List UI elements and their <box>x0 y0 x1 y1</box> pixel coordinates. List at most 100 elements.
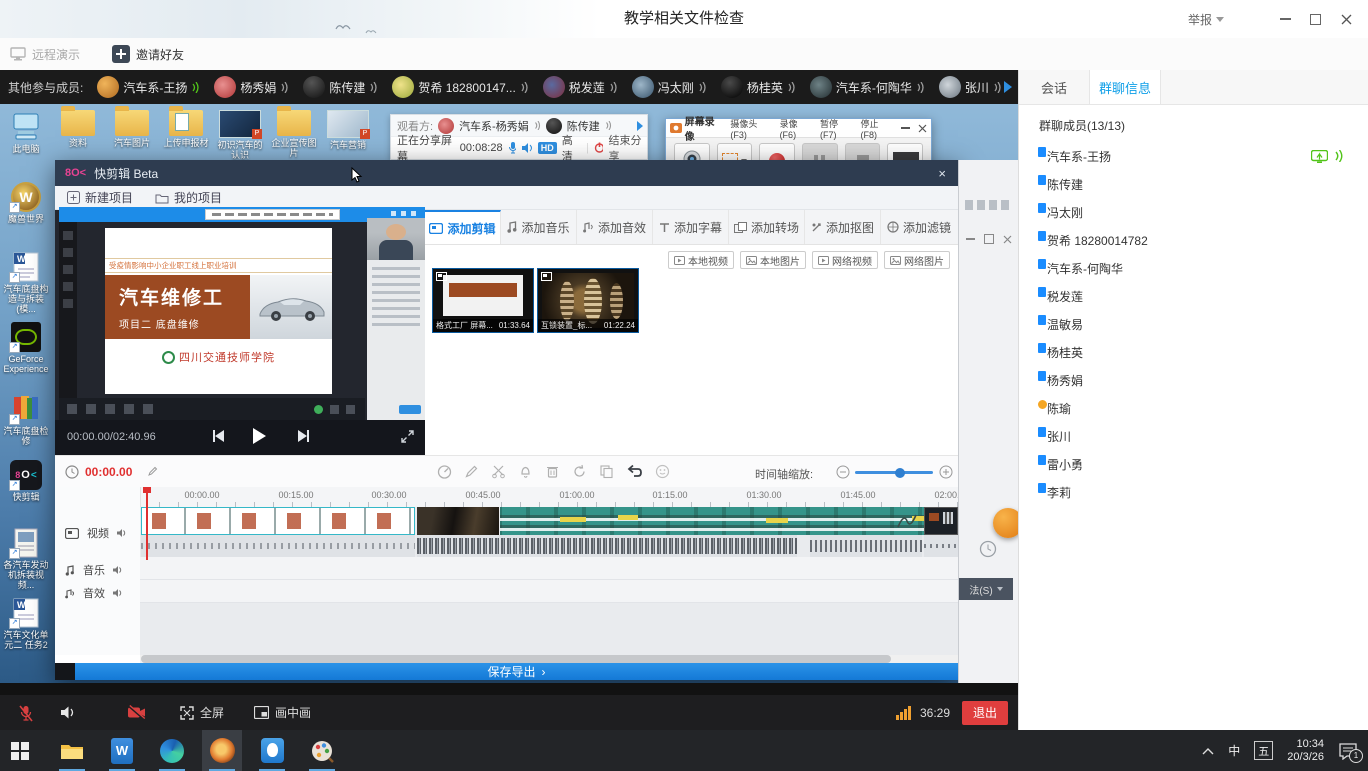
mic-icon[interactable] <box>508 141 517 154</box>
fullscreen-button[interactable]: 全屏 <box>180 704 224 721</box>
speaker-icon[interactable] <box>113 588 124 598</box>
hd-label[interactable]: 高清 <box>562 132 581 164</box>
pip-button[interactable]: 画中画 <box>254 704 311 721</box>
taskbar-qq[interactable] <box>252 730 292 771</box>
desktop-icon-folder[interactable]: 资料 <box>52 108 104 148</box>
bg-window-button[interactable]: 法(S) <box>959 578 1013 600</box>
close-icon[interactable] <box>918 124 927 133</box>
tab-add-clip[interactable]: 添加剪辑 <box>425 210 501 244</box>
copy-icon[interactable] <box>599 464 614 479</box>
local-video-button[interactable]: 本地视频 <box>668 251 734 269</box>
tab-add-filter[interactable]: 添加滤镜 <box>881 210 957 244</box>
close-button[interactable] <box>1341 9 1352 29</box>
playhead[interactable] <box>146 487 148 560</box>
zoom-out-icon[interactable] <box>836 465 850 479</box>
tray-expand-icon[interactable] <box>1202 747 1214 755</box>
music-track[interactable] <box>140 557 958 580</box>
desktop-icon-geforce[interactable]: ↗ GeForce Experience <box>0 322 52 374</box>
delete-icon[interactable] <box>545 464 560 479</box>
desktop-icon-folder[interactable]: 汽车图片 <box>106 108 158 148</box>
remote-demo-button[interactable]: 远程演示 <box>10 44 80 64</box>
desktop-icon-videos[interactable]: ↗ 各汽车发动机拆装视频... <box>0 528 52 590</box>
invite-friends-button[interactable]: 邀请好友 <box>112 44 184 64</box>
member-row[interactable]: 汽车系-王扬 <box>1019 142 1368 170</box>
desktop-icon-folder-doc[interactable]: ↗ 汽车底盘检修 <box>0 394 52 446</box>
participant[interactable]: 杨秀娟 <box>214 76 289 98</box>
undo-icon[interactable] <box>626 464 643 479</box>
zoom-in-icon[interactable] <box>939 465 953 479</box>
notification-center-button[interactable]: 1 <box>1338 742 1358 760</box>
member-row[interactable]: 温敏易 <box>1019 310 1368 338</box>
desktop-icon-folder[interactable]: 企业宣传图片 <box>268 108 320 158</box>
sfx-track[interactable] <box>140 580 958 603</box>
desktop-icon-word-doc[interactable]: W ↗ 汽车底盘构造与拆装(模... <box>0 252 52 314</box>
participant[interactable]: 贺希 182800147... <box>392 76 528 98</box>
my-projects-button[interactable]: 我的项目 <box>155 189 222 206</box>
member-row[interactable]: 张川 <box>1019 422 1368 450</box>
tab-add-transition[interactable]: 添加转场 <box>729 210 805 244</box>
video-clip-slides[interactable] <box>141 507 415 535</box>
minimize-button[interactable] <box>1280 9 1291 29</box>
taskbar-paint[interactable] <box>302 730 342 771</box>
tab-add-music[interactable]: 添加音乐 <box>501 210 577 244</box>
desktop-icon-ppt[interactable]: P 初识汽车的认识 <box>214 108 266 160</box>
participant[interactable]: 冯太刚 <box>632 76 707 98</box>
video-clip-diagrams[interactable] <box>500 507 960 535</box>
web-video-button[interactable]: 网络视频 <box>812 251 878 269</box>
menu-stop[interactable]: 停止(F8) <box>861 117 894 140</box>
web-image-button[interactable]: 网络图片 <box>884 251 950 269</box>
participant[interactable]: 汽车系-何陶华 <box>810 76 925 98</box>
fullscreen-preview-icon[interactable] <box>400 429 415 444</box>
desktop-icon-word-doc2[interactable]: W ↗ 汽车文化单元二 任务2 <box>0 598 52 650</box>
taskbar-edge[interactable] <box>152 730 192 771</box>
member-row[interactable]: 贺希 18280014782 <box>1019 226 1368 254</box>
taskbar-file-explorer[interactable] <box>52 730 92 771</box>
member-row[interactable]: 陈瑜 <box>1019 394 1368 422</box>
media-clip-2[interactable]: 互锁装置_标...01:22.24 <box>537 268 639 333</box>
mute-bell-icon[interactable] <box>518 464 533 479</box>
edit-icon[interactable] <box>464 464 479 479</box>
menu-record[interactable]: 录像(F6) <box>780 117 813 140</box>
member-row[interactable]: 税发莲 <box>1019 282 1368 310</box>
edit-time-icon[interactable] <box>147 466 158 477</box>
ime-lang-indicator[interactable]: 中 <box>1228 742 1240 759</box>
member-row[interactable]: 杨桂英 <box>1019 338 1368 366</box>
member-row[interactable]: 陈传建 <box>1019 170 1368 198</box>
desktop-icon-folder[interactable]: 上传申报材 <box>160 108 212 148</box>
tab-conversation[interactable]: 会话 <box>1019 70 1089 104</box>
minimize-icon[interactable] <box>966 238 975 240</box>
member-row[interactable]: 杨秀娟 <box>1019 366 1368 394</box>
end-share-button[interactable]: 结束分享 <box>608 132 647 164</box>
new-project-button[interactable]: 新建项目 <box>67 189 133 206</box>
speaker-icon[interactable] <box>113 565 124 575</box>
menu-camera[interactable]: 摄像头(F3) <box>730 117 772 140</box>
timeline-ruler[interactable]: 00:00.00 00:15.00 00:30.00 00:45.00 01:0… <box>140 487 958 508</box>
participant[interactable]: 陈传建 <box>303 76 378 98</box>
report-button[interactable]: 举报 <box>1188 9 1224 29</box>
cut-icon[interactable] <box>491 464 506 479</box>
member-row[interactable]: 雷小勇 <box>1019 450 1368 478</box>
minimize-icon[interactable] <box>901 127 910 129</box>
speaker-icon[interactable] <box>117 528 128 538</box>
editor-close-button[interactable]: × <box>938 166 946 181</box>
desktop-icon-ppt[interactable]: P 汽车营销 <box>322 108 374 150</box>
mic-off-icon[interactable] <box>18 704 34 722</box>
video-clip-last[interactable] <box>924 507 958 535</box>
redo-smile-icon[interactable] <box>655 464 670 479</box>
menu-pause[interactable]: 暂停(F7) <box>820 117 853 140</box>
video-clip-gears[interactable] <box>417 507 499 535</box>
timeline-scrollbar[interactable] <box>140 655 958 663</box>
desktop-icon-kuaijianji[interactable]: 8O< ↗ 快剪辑 <box>0 460 52 502</box>
media-clip-1[interactable]: 格式工厂 屏幕...01:33.64 <box>432 268 534 333</box>
close-icon[interactable] <box>1003 235 1012 244</box>
desktop-icon-this-pc[interactable]: 此电脑 <box>0 112 52 154</box>
taskbar-active-app[interactable] <box>202 730 242 771</box>
member-row[interactable]: 汽车系-何陶华 <box>1019 254 1368 282</box>
speaker-icon[interactable] <box>521 142 532 154</box>
maximize-icon[interactable] <box>984 234 994 244</box>
member-row[interactable]: 李莉 <box>1019 478 1368 506</box>
local-image-button[interactable]: 本地图片 <box>740 251 806 269</box>
member-row[interactable]: 冯太刚 <box>1019 198 1368 226</box>
exit-button[interactable]: 退出 <box>962 701 1008 725</box>
prev-frame-button[interactable] <box>213 430 224 442</box>
